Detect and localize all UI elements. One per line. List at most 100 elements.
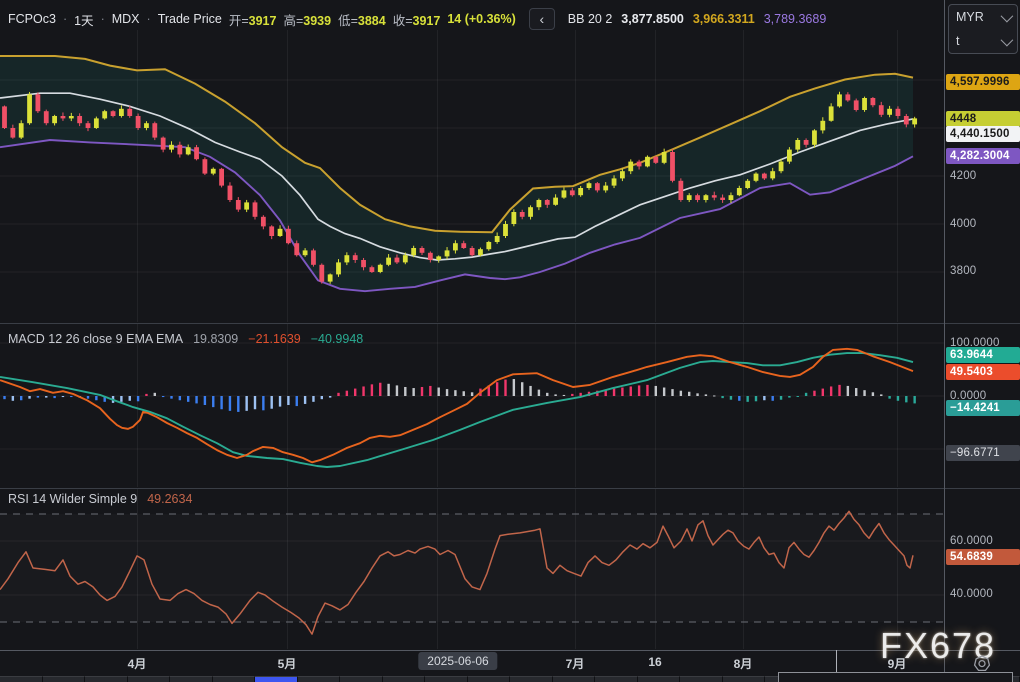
- macd-histogram-bar: [463, 391, 465, 396]
- candle: [136, 116, 141, 128]
- strip-segment[interactable]: [553, 676, 596, 682]
- strip-segment[interactable]: [510, 676, 553, 682]
- candle: [904, 116, 909, 124]
- candle: [662, 152, 667, 163]
- macd-histogram-bar: [421, 387, 423, 396]
- candle: [294, 243, 299, 255]
- macd-histogram-bar: [371, 384, 373, 396]
- interval-label[interactable]: 1天: [74, 10, 93, 29]
- strip-segment[interactable]: [680, 676, 723, 682]
- strip-segment[interactable]: [255, 676, 298, 682]
- symbol-title[interactable]: FCPOc3: [8, 12, 56, 26]
- candle: [528, 207, 533, 217]
- candle: [804, 140, 809, 145]
- macd-histogram-bar: [730, 396, 732, 400]
- macd-histogram-bar: [763, 396, 765, 400]
- candle: [2, 106, 7, 128]
- strip-segment[interactable]: [425, 676, 468, 682]
- candle: [52, 116, 57, 123]
- collapse-legend-button[interactable]: ‹: [529, 8, 555, 30]
- strip-segment[interactable]: [128, 676, 171, 682]
- candle: [712, 195, 717, 197]
- macd-histogram-bar: [913, 396, 915, 403]
- macd-histogram-bar: [655, 386, 657, 396]
- macd-histogram-bar: [346, 391, 348, 396]
- strip-segment[interactable]: [213, 676, 256, 682]
- macd-signal-value: −40.9948: [311, 332, 363, 346]
- clock-icon[interactable]: [972, 654, 992, 674]
- candle: [511, 212, 516, 224]
- unit-dropdown[interactable]: t: [949, 29, 1017, 53]
- strip-segment[interactable]: [85, 676, 128, 682]
- rsi-band-fill: [0, 514, 944, 622]
- open-value: 开=3917: [229, 10, 277, 29]
- macd-histogram-bar: [20, 396, 22, 400]
- macd-histogram-bar: [721, 396, 723, 398]
- macd-label[interactable]: MACD 12 26 close 9 EMA EMA: [8, 332, 183, 346]
- candle: [378, 265, 383, 272]
- candle: [77, 116, 82, 123]
- currency-dropdown[interactable]: MYR: [949, 5, 1017, 29]
- candle: [595, 183, 600, 190]
- macd-histogram-bar: [863, 390, 865, 396]
- macd-histogram-bar: [755, 396, 757, 401]
- candle: [537, 200, 542, 207]
- macd-histogram-bar: [129, 396, 131, 401]
- macd-histogram-bar: [396, 385, 398, 396]
- price-tick-label: 3800: [946, 263, 1020, 279]
- macd-line-value: −21.1639: [248, 332, 300, 346]
- candle: [169, 145, 174, 150]
- strip-segment[interactable]: [170, 676, 213, 682]
- exchange-label[interactable]: MDX: [112, 12, 140, 26]
- strip-segment[interactable]: [595, 676, 638, 682]
- candle: [912, 118, 917, 124]
- rsi-label[interactable]: RSI 14 Wilder Simple 9: [8, 492, 137, 506]
- candle: [520, 212, 525, 217]
- candle: [445, 250, 450, 256]
- candle: [94, 118, 99, 128]
- candle: [19, 123, 24, 137]
- candle: [478, 249, 483, 255]
- candle: [261, 217, 266, 227]
- strip-segment[interactable]: [43, 676, 86, 682]
- macd-histogram-bar: [95, 396, 97, 400]
- macd-histogram-bar: [12, 396, 14, 401]
- strip-segment[interactable]: [0, 676, 43, 682]
- currency-label: MYR: [956, 10, 984, 24]
- bb-label[interactable]: BB 20 2: [568, 12, 612, 26]
- time-tick-label: 9月: [888, 655, 907, 672]
- price-badge: 63.9644: [946, 347, 1020, 363]
- strip-segment[interactable]: [723, 676, 766, 682]
- scrollbar-track[interactable]: [778, 672, 1013, 682]
- candle: [470, 248, 475, 255]
- strip-segment[interactable]: [638, 676, 681, 682]
- macd-histogram-bar: [529, 386, 531, 396]
- macd-histogram-bar: [195, 396, 197, 403]
- macd-histogram-bar: [137, 396, 139, 401]
- macd-histogram-bar: [822, 389, 824, 396]
- macd-histogram-bar: [387, 384, 389, 396]
- candle: [211, 169, 216, 174]
- candle: [495, 236, 500, 242]
- candle: [319, 265, 324, 282]
- macd-histogram-bar: [438, 388, 440, 396]
- strip-segment[interactable]: [383, 676, 426, 682]
- macd-histogram-bar: [546, 393, 548, 396]
- candle: [854, 100, 859, 110]
- macd-histogram-bar: [170, 396, 172, 399]
- price-axis[interactable]: 4,597.999644484,440.15004,282.3004420040…: [945, 0, 1020, 650]
- strip-segment[interactable]: [340, 676, 383, 682]
- price-badge: 54.6839: [946, 549, 1020, 565]
- candle: [645, 157, 650, 167]
- price-badge: 4,440.1500: [946, 126, 1020, 142]
- strip-segment[interactable]: [468, 676, 511, 682]
- candle: [194, 147, 199, 159]
- macd-histogram-bar: [538, 390, 540, 396]
- strip-segment[interactable]: [298, 676, 341, 682]
- candle: [820, 121, 825, 131]
- candle: [879, 105, 884, 115]
- candle: [637, 162, 642, 167]
- macd-histogram-bar: [805, 393, 807, 396]
- candle: [545, 200, 550, 205]
- candle: [678, 181, 683, 200]
